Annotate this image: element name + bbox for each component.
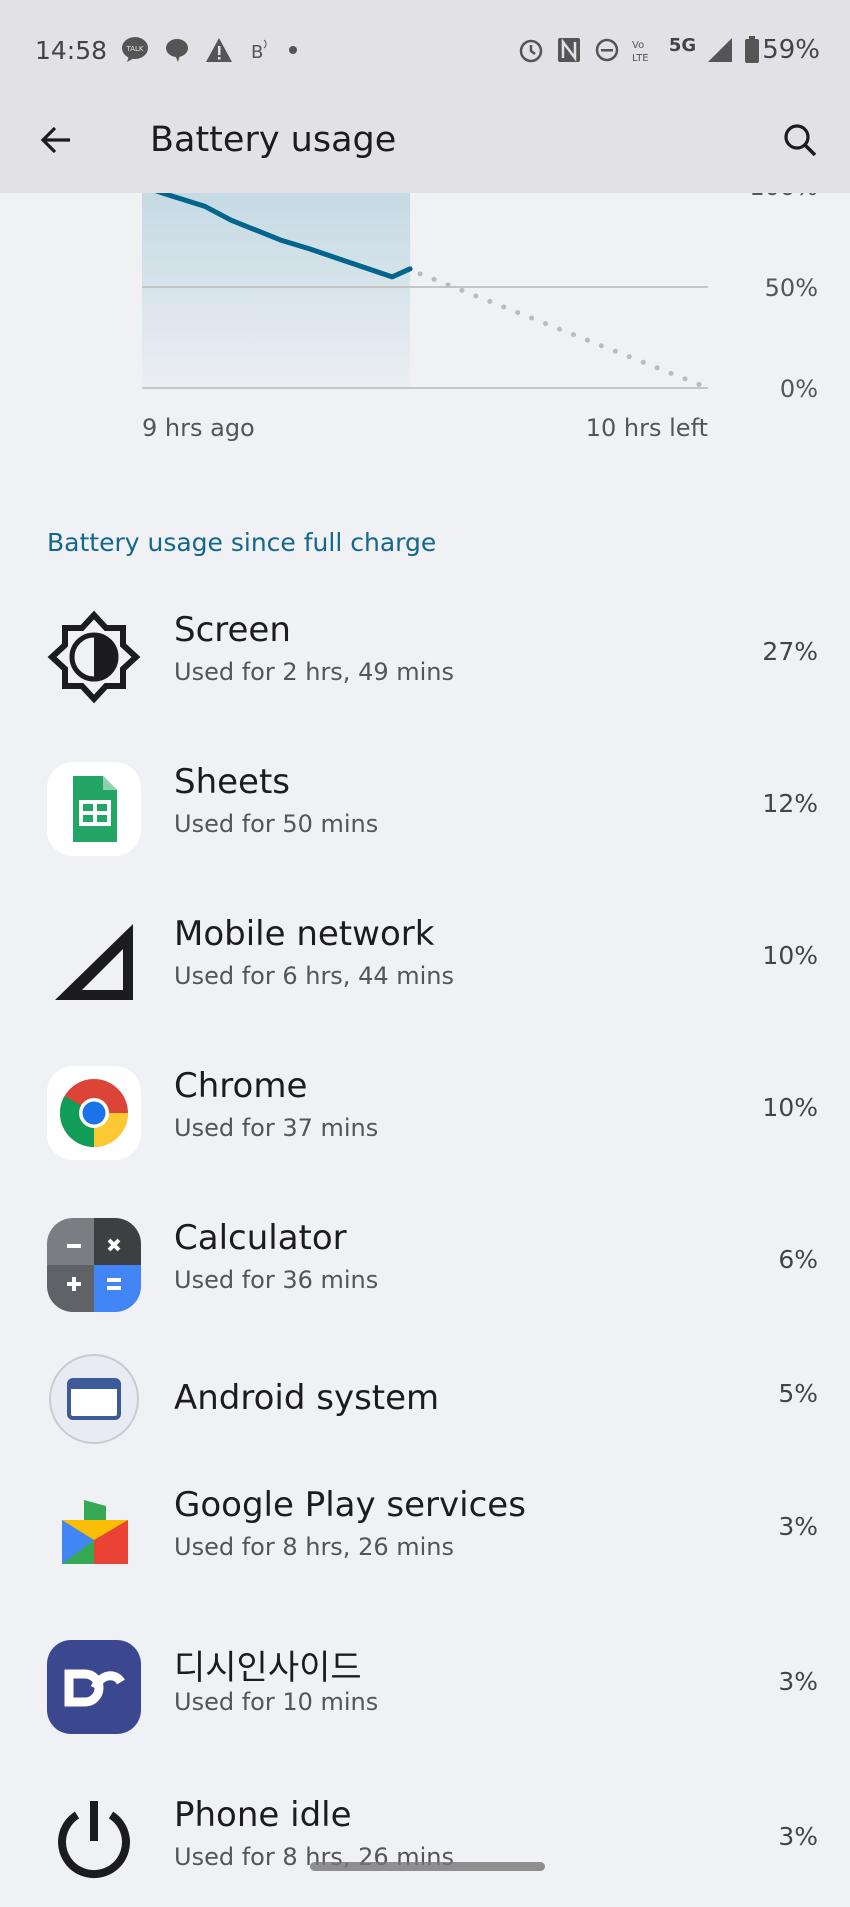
usage-item-mobile-network[interactable]: Mobile network Used for 6 hrs, 44 mins 1… <box>0 896 850 1026</box>
brightness-icon <box>47 610 141 704</box>
warning-icon <box>206 38 233 62</box>
item-percent: 6% <box>778 1245 818 1274</box>
svg-text:B: B <box>251 42 263 63</box>
network-type: 5G <box>668 34 697 56</box>
usage-item-screen[interactable]: Screen Used for 2 hrs, 49 mins 27% <box>0 592 850 722</box>
item-usage-time: Used for 8 hrs, 26 mins <box>174 1533 454 1561</box>
alarm-icon <box>519 39 543 63</box>
usage-item-calculator[interactable]: Calculator Used for 36 mins 6% <box>0 1200 850 1330</box>
sheets-icon <box>47 762 141 856</box>
item-name: Google Play services <box>174 1485 526 1525</box>
kakaotalk-icon: TALK <box>122 37 149 62</box>
battery-percent: 59% <box>762 35 820 65</box>
dcinside-icon <box>47 1640 141 1734</box>
item-usage-time: Used for 2 hrs, 49 mins <box>174 658 454 686</box>
item-percent: 10% <box>762 1093 818 1122</box>
item-usage-time: Used for 10 mins <box>174 1688 379 1716</box>
volte-icon: Vo LTE <box>632 40 649 64</box>
calculator-icon <box>47 1218 141 1312</box>
item-name: 디시인사이드 <box>174 1648 362 1688</box>
item-name: Android system <box>174 1378 440 1418</box>
svg-text:LTE: LTE <box>632 53 649 64</box>
status-time: 14:58 <box>35 35 108 65</box>
item-name: Chrome <box>174 1066 308 1106</box>
y-tick-label: 0% <box>780 375 818 403</box>
android-system-icon <box>47 1352 141 1446</box>
item-usage-time: Used for 6 hrs, 44 mins <box>174 962 454 990</box>
projection-line <box>417 271 711 391</box>
usage-item-디시인사이드[interactable]: 디시인사이드 Used for 10 mins 3% <box>0 1622 850 1752</box>
usage-item-sheets[interactable]: Sheets Used for 50 mins 12% <box>0 744 850 874</box>
item-usage-time: Used for 37 mins <box>174 1114 379 1142</box>
item-name: Mobile network <box>174 914 435 954</box>
usage-item-phone-idle[interactable]: Phone idle Used for 8 hrs, 26 mins 3% <box>0 1777 850 1907</box>
battery-icon <box>745 36 760 63</box>
gesture-handle[interactable] <box>310 1862 545 1871</box>
item-percent: 10% <box>762 941 818 970</box>
item-percent: 12% <box>762 789 818 818</box>
item-name: Sheets <box>174 762 291 802</box>
top-bar: 14:58 TALK B Vo LTE 5G 59% Battery usage <box>0 0 850 193</box>
usage-item-android-system[interactable]: Android system 5% <box>0 1334 850 1464</box>
item-percent: 3% <box>778 1512 818 1541</box>
status-bar: 14:58 TALK B Vo LTE 5G 59% <box>35 30 820 70</box>
item-percent: 3% <box>778 1822 818 1851</box>
nfc-icon <box>557 38 580 62</box>
dnd-icon <box>595 38 619 62</box>
item-name: Screen <box>174 610 291 650</box>
item-name: Phone idle <box>174 1795 352 1835</box>
x-tick-label: 9 hrs ago <box>142 414 255 442</box>
usage-item-google-play-services[interactable]: Google Play services Used for 8 hrs, 26 … <box>0 1467 850 1597</box>
x-tick-label: 10 hrs left <box>586 414 708 442</box>
b-icon: B <box>251 39 267 63</box>
item-usage-time: Used for 36 mins <box>174 1266 379 1294</box>
play-services-icon <box>47 1485 141 1579</box>
svg-text:Vo: Vo <box>632 40 644 51</box>
power-icon <box>47 1795 141 1889</box>
signal-icon <box>708 38 733 62</box>
item-usage-time: Used for 50 mins <box>174 810 379 838</box>
chrome-icon <box>47 1066 141 1160</box>
item-name: Calculator <box>174 1218 347 1258</box>
svg-text:TALK: TALK <box>126 45 144 53</box>
item-percent: 3% <box>778 1667 818 1696</box>
dot-icon <box>289 46 298 54</box>
item-percent: 5% <box>778 1379 818 1408</box>
chat-icon <box>166 39 189 62</box>
section-header: Battery usage since full charge <box>47 528 437 557</box>
arrow-back-icon[interactable] <box>36 120 76 160</box>
app-bar: Battery usage <box>0 105 850 175</box>
usage-item-chrome[interactable]: Chrome Used for 37 mins 10% <box>0 1048 850 1178</box>
signal-icon <box>47 914 141 1008</box>
item-percent: 27% <box>762 637 818 666</box>
search-icon[interactable] <box>780 120 820 160</box>
y-tick-label: 50% <box>765 274 818 302</box>
page-title: Battery usage <box>150 120 397 160</box>
